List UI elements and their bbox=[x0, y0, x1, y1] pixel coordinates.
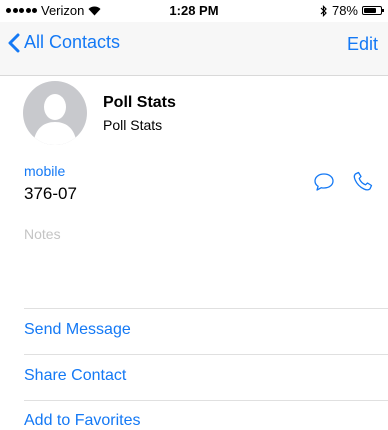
back-button[interactable]: All Contacts bbox=[8, 32, 120, 53]
battery-percent: 78% bbox=[331, 3, 358, 18]
person-silhouette-icon bbox=[33, 94, 77, 145]
back-button-label: All Contacts bbox=[24, 32, 121, 52]
contact-header: Poll Stats Poll Stats bbox=[0, 76, 388, 156]
send-message-button[interactable]: Send Message bbox=[24, 321, 131, 339]
contact-name: Poll Stats bbox=[103, 94, 176, 111]
phone-icon[interactable] bbox=[352, 170, 376, 194]
battery-level-fill bbox=[364, 8, 376, 13]
status-bar: Verizon 1:28 PM 78% bbox=[0, 0, 388, 22]
status-right: 78% bbox=[320, 3, 384, 18]
edit-button[interactable]: Edit bbox=[347, 34, 378, 55]
divider bbox=[24, 354, 388, 355]
bluetooth-icon bbox=[320, 4, 327, 17]
battery-icon bbox=[362, 6, 384, 15]
chevron-left-icon bbox=[8, 33, 20, 52]
speech-bubble-icon[interactable] bbox=[313, 172, 335, 192]
phone-row[interactable]: mobile 376-07 bbox=[0, 160, 388, 212]
divider bbox=[24, 400, 388, 401]
add-to-favorites-button[interactable]: Add to Favorites bbox=[24, 412, 141, 430]
divider bbox=[24, 308, 388, 309]
phone-label: mobile bbox=[24, 163, 66, 179]
contact-company: Poll Stats bbox=[103, 117, 163, 133]
notes-label[interactable]: Notes bbox=[24, 226, 61, 242]
avatar bbox=[23, 81, 87, 145]
share-contact-button[interactable]: Share Contact bbox=[24, 367, 126, 385]
navigation-bar: All Contacts Edit bbox=[0, 22, 388, 76]
phone-number[interactable]: 376-07 bbox=[24, 184, 77, 204]
